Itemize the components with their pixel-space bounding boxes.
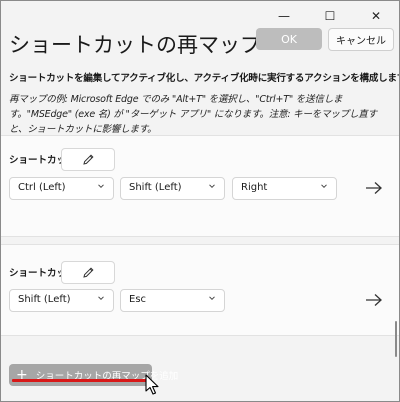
edit-shortcut-button[interactable] — [61, 148, 115, 171]
pencil-icon — [82, 154, 94, 165]
chevron-down-icon — [98, 184, 104, 189]
cancel-button[interactable]: キャンセル — [328, 28, 394, 51]
title-bar: — ☐ ✕ — [1, 1, 399, 31]
dropdown-value: Shift (Left) — [18, 294, 71, 305]
maximize-icon: ☐ — [324, 9, 336, 23]
arrow-right-icon — [366, 182, 382, 194]
pencil-icon — [82, 267, 94, 278]
dropdown-value: Right — [241, 182, 268, 193]
shortcut-row: ショートカット: Shift (Left) Esc — [1, 244, 399, 336]
chevron-down-icon — [209, 184, 215, 189]
dropdown-value: Shift (Left) — [129, 182, 182, 193]
minimize-button[interactable]: — — [261, 1, 307, 31]
scrollbar[interactable] — [395, 321, 397, 357]
dropdown-value: Ctrl (Left) — [18, 182, 66, 193]
description: ショートカットを編集してアクティブ化し、アクティブ化時に実行するアクションを構成… — [9, 71, 400, 137]
mouse-cursor-icon — [145, 374, 159, 395]
chevron-down-icon — [98, 296, 104, 301]
description-example: 再マップの例: Microsoft Edge でのみ "Alt+T" を選択し、… — [9, 94, 377, 135]
maximize-button[interactable]: ☐ — [307, 1, 353, 31]
ok-button[interactable]: OK — [256, 28, 322, 50]
key-dropdown-shift[interactable]: Shift (Left) — [9, 289, 114, 312]
arrow-right-icon — [366, 294, 382, 306]
key-dropdown-right[interactable]: Right — [232, 177, 337, 200]
minimize-icon: — — [278, 9, 290, 23]
dropdown-value: Esc — [129, 294, 147, 305]
close-button[interactable]: ✕ — [353, 1, 399, 31]
footer: + ショートカットの再マップを追加 — [1, 357, 399, 401]
key-dropdown-ctrl[interactable]: Ctrl (Left) — [9, 177, 114, 200]
remap-shortcuts-window: — ☐ ✕ ショートカットの再マップ OK キャンセル ショートカットを編集して… — [0, 0, 400, 402]
shortcut-row: ショートカット: Ctrl (Left) Shift (Left) Right — [1, 135, 399, 237]
chevron-down-icon — [209, 296, 215, 301]
close-icon: ✕ — [370, 9, 382, 23]
add-shortcut-remap-button[interactable]: + ショートカットの再マップを追加 — [9, 364, 178, 386]
chevron-down-icon — [321, 184, 327, 189]
key-dropdown-esc[interactable]: Esc — [120, 289, 225, 312]
key-dropdown-shift[interactable]: Shift (Left) — [120, 177, 225, 200]
description-main: ショートカットを編集してアクティブ化し、アクティブ化時に実行するアクションを構成… — [9, 73, 400, 84]
edit-shortcut-button[interactable] — [61, 261, 115, 284]
page-title: ショートカットの再マップ — [9, 33, 261, 57]
annotation-underline — [12, 379, 150, 382]
